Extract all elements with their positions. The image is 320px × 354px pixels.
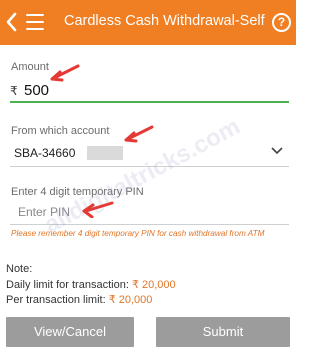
amount-input[interactable]: 500 bbox=[24, 82, 49, 99]
account-label: From which account bbox=[11, 125, 110, 137]
per-transaction-note: Per transaction limit: ₹ 20,000 bbox=[6, 293, 152, 306]
masked-account-digits bbox=[87, 146, 123, 160]
question-circle-icon[interactable]: ? bbox=[272, 13, 291, 32]
annotation-arrow-icon bbox=[50, 64, 80, 82]
daily-limit-amount: ₹ 20,000 bbox=[131, 279, 176, 291]
page-title: Cardless Cash Withdrawal-Self bbox=[64, 13, 265, 29]
daily-limit-label: Daily limit for transaction: bbox=[6, 279, 132, 291]
chevron-left-icon[interactable] bbox=[2, 7, 20, 37]
amount-label: Amount bbox=[11, 61, 49, 73]
daily-limit-note: Daily limit for transaction: ₹ 20,000 bbox=[6, 278, 176, 291]
annotation-arrow-icon bbox=[82, 201, 114, 218]
annotation-arrow-icon bbox=[124, 125, 154, 143]
note-title: Note: bbox=[6, 263, 33, 275]
per-transaction-amount: ₹ 20,000 bbox=[108, 294, 153, 306]
submit-button[interactable]: Submit bbox=[156, 317, 290, 347]
rupee-icon: ₹ bbox=[10, 84, 18, 98]
per-transaction-label: Per transaction limit: bbox=[6, 294, 109, 306]
account-select[interactable]: SBA-34660 bbox=[14, 146, 75, 160]
view-cancel-button[interactable]: View/Cancel bbox=[6, 317, 134, 347]
chevron-down-icon[interactable] bbox=[270, 143, 284, 157]
hamburger-menu-icon[interactable] bbox=[26, 14, 44, 30]
amount-underline bbox=[10, 101, 289, 103]
app-header: Cardless Cash Withdrawal-Self ? bbox=[0, 0, 296, 45]
